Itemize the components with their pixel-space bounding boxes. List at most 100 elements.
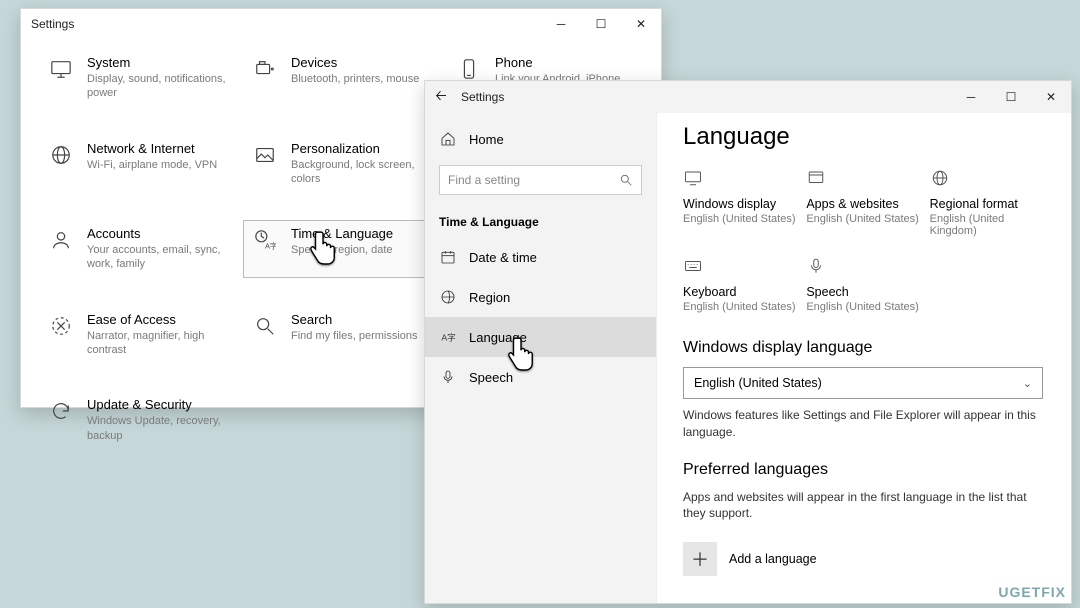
minimize-button[interactable]: ─ [541, 9, 581, 39]
phone-icon [455, 55, 483, 83]
category-title: Ease of Access [87, 312, 227, 327]
category-title: Search [291, 312, 418, 327]
tile-windows-display[interactable]: Windows display English (United States) [683, 169, 796, 237]
display-language-heading: Windows display language [683, 339, 1043, 357]
svg-text:A字: A字 [441, 331, 456, 342]
category-ease-of-access[interactable]: Ease of Access Narrator, magnifier, high… [39, 306, 235, 364]
maximize-button[interactable]: ☐ [581, 9, 621, 39]
category-desc: Background, lock screen, colors [291, 158, 431, 187]
system-icon [47, 55, 75, 83]
language-icon: A字 [439, 328, 457, 346]
category-devices[interactable]: Devices Bluetooth, printers, mouse [243, 49, 439, 107]
add-language-button[interactable]: ＋ Add a language [683, 542, 1043, 576]
region-icon [439, 288, 457, 306]
tile-regional-format[interactable]: Regional format English (United Kingdom) [930, 169, 1043, 237]
svg-text:A字: A字 [265, 241, 276, 250]
microphone-icon [806, 257, 919, 279]
titlebar: 🡠 Settings ─ ☐ ✕ [425, 81, 1071, 113]
tile-sub: English (United Kingdom) [930, 213, 1043, 237]
category-time-language[interactable]: A字 Time & Language Speech, region, date [243, 220, 439, 278]
home-icon [439, 130, 457, 148]
category-title: Update & Security [87, 397, 227, 412]
tile-title: Apps & websites [806, 197, 919, 211]
tile-title: Speech [806, 285, 919, 299]
close-button[interactable]: ✕ [621, 9, 661, 39]
sidebar-item-speech[interactable]: Speech [425, 357, 656, 397]
tile-title: Keyboard [683, 285, 796, 299]
content-pane: Language Windows display English (United… [657, 113, 1071, 603]
sidebar-item-region[interactable]: Region [425, 277, 656, 317]
category-title: Personalization [291, 141, 431, 156]
sidebar-item-home[interactable]: Home [425, 119, 656, 159]
settings-language-window: 🡠 Settings ─ ☐ ✕ Home Find a setting Tim… [424, 80, 1072, 604]
tile-title: Regional format [930, 197, 1043, 211]
category-desc: Your accounts, email, sync, work, family [87, 243, 227, 272]
watermark: UGETFIX [998, 584, 1066, 600]
titlebar: Settings ─ ☐ ✕ [21, 9, 661, 39]
keyboard-icon [683, 257, 796, 279]
ease-of-access-icon [47, 312, 75, 340]
chevron-down-icon: ⌄ [1023, 377, 1032, 390]
preferred-languages-heading: Preferred languages [683, 461, 1043, 479]
globe-icon [47, 141, 75, 169]
category-title: Devices [291, 55, 419, 70]
personalization-icon [251, 141, 279, 169]
update-icon [47, 397, 75, 425]
minimize-button[interactable]: ─ [951, 82, 991, 112]
back-button[interactable]: 🡠 [425, 81, 457, 113]
sidebar-item-label: Speech [469, 370, 513, 385]
category-title: Accounts [87, 226, 227, 241]
window-title: Settings [457, 90, 951, 104]
tile-sub: English (United States) [683, 301, 796, 313]
tile-keyboard[interactable]: Keyboard English (United States) [683, 257, 796, 313]
search-input[interactable]: Find a setting [439, 165, 642, 195]
sidebar-item-language[interactable]: A字 Language [425, 317, 656, 357]
close-button[interactable]: ✕ [1031, 82, 1071, 112]
sidebar-item-label: Region [469, 290, 510, 305]
category-personalization[interactable]: Personalization Background, lock screen,… [243, 135, 439, 193]
category-desc: Find my files, permissions [291, 329, 418, 343]
date-time-icon [439, 248, 457, 266]
category-title: System [87, 55, 227, 70]
sidebar-item-date-time[interactable]: Date & time [425, 237, 656, 277]
devices-icon [251, 55, 279, 83]
time-language-icon: A字 [251, 226, 279, 254]
tile-sub: English (United States) [806, 301, 919, 313]
display-icon [683, 169, 796, 191]
category-desc: Speech, region, date [291, 243, 393, 257]
category-title: Network & Internet [87, 141, 217, 156]
tile-sub: English (United States) [683, 213, 796, 225]
category-search[interactable]: Search Find my files, permissions [243, 306, 439, 364]
sidebar-item-label: Language [469, 330, 527, 345]
speech-icon [439, 368, 457, 386]
tile-speech[interactable]: Speech English (United States) [806, 257, 919, 313]
category-update-security[interactable]: Update & Security Windows Update, recove… [39, 391, 235, 449]
sidebar-item-label: Date & time [469, 250, 537, 265]
sidebar-item-label: Home [469, 132, 504, 147]
category-title: Time & Language [291, 226, 393, 241]
preferred-languages-help: Apps and websites will appear in the fir… [683, 489, 1043, 523]
globe-icon [930, 169, 1043, 191]
display-language-help: Windows features like Settings and File … [683, 407, 1043, 441]
tile-apps-websites[interactable]: Apps & websites English (United States) [806, 169, 919, 237]
search-icon [251, 312, 279, 340]
display-language-dropdown[interactable]: English (United States) ⌄ [683, 367, 1043, 399]
category-desc: Display, sound, notifications, power [87, 72, 227, 101]
category-system[interactable]: System Display, sound, notifications, po… [39, 49, 235, 107]
language-tiles: Windows display English (United States) … [683, 169, 1043, 313]
apps-icon [806, 169, 919, 191]
sidebar: Home Find a setting Time & Language Date… [425, 113, 657, 603]
category-title: Phone [495, 55, 620, 70]
dropdown-value: English (United States) [694, 376, 822, 390]
maximize-button[interactable]: ☐ [991, 82, 1031, 112]
add-language-label: Add a language [729, 552, 817, 566]
category-desc: Wi-Fi, airplane mode, VPN [87, 158, 217, 172]
page-heading: Language [683, 123, 1043, 151]
window-title: Settings [21, 17, 541, 31]
accounts-icon [47, 226, 75, 254]
category-desc: Windows Update, recovery, backup [87, 414, 227, 443]
search-placeholder: Find a setting [448, 173, 520, 187]
tile-sub: English (United States) [806, 213, 919, 225]
category-network[interactable]: Network & Internet Wi-Fi, airplane mode,… [39, 135, 235, 193]
category-accounts[interactable]: Accounts Your accounts, email, sync, wor… [39, 220, 235, 278]
